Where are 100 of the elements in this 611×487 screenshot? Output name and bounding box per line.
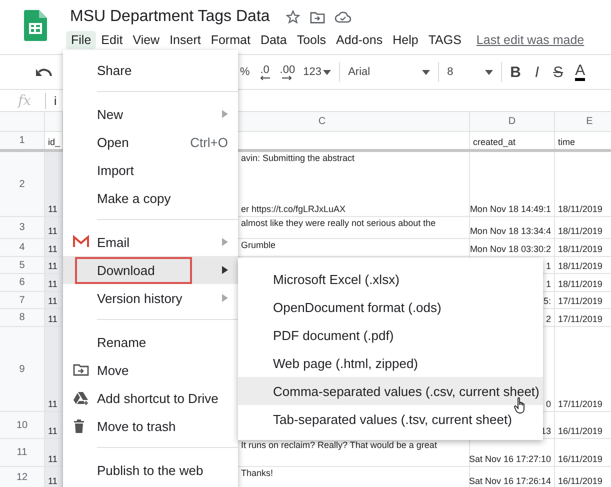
text-color-button[interactable]: A xyxy=(575,63,586,81)
dropdown-caret-icon xyxy=(485,70,494,74)
row-header[interactable]: 11 xyxy=(0,439,45,466)
menu-entry[interactable]: Microsoft Excel (.xlsx) xyxy=(238,265,543,293)
menu-entry[interactable]: Rename xyxy=(63,328,238,356)
row-header[interactable]: 8 xyxy=(0,309,45,326)
number-format-dropdown[interactable]: 123 xyxy=(303,66,332,78)
table-cell: 11 xyxy=(45,439,63,466)
font-dropdown[interactable]: Arial xyxy=(348,66,430,78)
row-header[interactable]: 1 xyxy=(0,132,45,149)
row-header[interactable]: 9 xyxy=(0,327,45,411)
strikethrough-button[interactable]: S xyxy=(553,64,564,80)
table-cell: 18/11/2019 xyxy=(558,226,602,237)
table-cell: 17/11/2019 xyxy=(558,399,602,410)
cloud-icon[interactable] xyxy=(334,11,351,23)
percent-format-button[interactable]: % xyxy=(240,66,250,78)
right-arrow-icon xyxy=(282,76,292,80)
row-header[interactable]: 7 xyxy=(0,292,45,308)
table-cell: 5: xyxy=(543,296,551,307)
table-cell: 16/11/2019 xyxy=(558,426,602,437)
drive-icon xyxy=(73,391,89,405)
table-cell: 18/11/2019 xyxy=(558,244,602,255)
menu-entry[interactable]: Publish to the web xyxy=(63,456,238,484)
table-cell: created_at xyxy=(473,137,516,148)
italic-button[interactable]: I xyxy=(534,64,540,80)
menu-entry[interactable]: Email xyxy=(63,228,238,256)
table-cell: 16/11/2019 xyxy=(558,454,602,465)
menu-entry[interactable]: PDF document (.pdf) xyxy=(238,321,543,349)
bold-button[interactable]: B xyxy=(510,64,521,80)
increase-decimal-button[interactable]: .00 xyxy=(280,64,296,80)
table-cell: 11 xyxy=(45,239,63,256)
left-arrow-icon xyxy=(260,76,270,80)
menu-entry[interactable]: New xyxy=(63,100,238,128)
table-cell: 1 xyxy=(546,279,551,290)
decrease-decimal-button[interactable]: .0 xyxy=(260,64,270,80)
table-cell: 11 xyxy=(45,327,63,411)
menu-item[interactable]: Help xyxy=(388,31,424,49)
table-cell: 11 xyxy=(45,217,63,238)
row-header[interactable]: 4 xyxy=(0,239,45,256)
menu-item[interactable]: Edit xyxy=(96,31,128,49)
column-header[interactable]: E xyxy=(555,112,611,131)
menu-entry[interactable]: Tab-separated values (.tsv, current sheet) xyxy=(238,405,543,433)
row-header[interactable]: 12 xyxy=(0,467,45,487)
table-cell: 0 xyxy=(546,399,551,410)
formula-label: fx xyxy=(16,92,32,108)
menu-entry[interactable]: Add shortcut to Drive xyxy=(63,384,238,412)
star-icon[interactable] xyxy=(286,10,300,24)
table-cell: 16/11/2019 xyxy=(558,476,602,487)
table-cell: Grumble xyxy=(241,240,276,251)
table-cell: 11 xyxy=(45,152,63,216)
table-cell: Sat Nov 16 17:26:14 xyxy=(468,476,551,487)
table-cell: 11 xyxy=(45,257,63,273)
menu-item[interactable]: Format xyxy=(206,31,256,49)
folder-move-icon[interactable] xyxy=(310,10,325,24)
row-header[interactable]: 2 xyxy=(0,152,45,216)
folder-icon xyxy=(73,363,89,376)
table-cell: 18/11/2019 xyxy=(558,204,602,215)
row-header[interactable]: 10 xyxy=(0,412,45,438)
menu-entry[interactable]: Make a copy xyxy=(63,184,238,212)
menu-item[interactable]: Tools xyxy=(292,31,332,49)
document-title[interactable]: MSU Department Tags Data xyxy=(70,8,270,26)
table-cell: 11 xyxy=(45,412,63,438)
table-cell: almost like they were really not serious about the xyxy=(241,218,436,229)
menu-entry[interactable]: Open Ctrl+O xyxy=(63,128,238,156)
spreadsheet-logo-icon xyxy=(24,10,46,41)
pointer-hand-icon xyxy=(514,397,527,414)
menu-entry[interactable]: Share xyxy=(63,56,238,84)
table-cell: 11 xyxy=(45,309,63,326)
table-cell: 11 xyxy=(45,292,63,308)
menu-entry[interactable]: Comma-separated values (.csv, current sheet) xyxy=(238,377,543,405)
table-cell: time xyxy=(558,137,576,148)
menu-item[interactable]: File xyxy=(66,31,96,49)
last-edit-link[interactable]: Last edit was made xyxy=(476,33,584,47)
table-cell: 18/11/2019 xyxy=(558,261,602,272)
column-header[interactable]: D xyxy=(470,112,555,131)
menu-item[interactable]: View xyxy=(128,31,165,49)
table-cell: Mon Nov 18 03:30:2 xyxy=(470,244,551,255)
menu-item[interactable]: TAGS xyxy=(423,31,466,49)
menu-entry[interactable]: Download xyxy=(63,256,238,284)
font-size-dropdown[interactable]: 8 xyxy=(447,66,494,78)
column-header[interactable]: C xyxy=(238,112,470,131)
undo-icon[interactable] xyxy=(36,67,52,77)
menu-entry[interactable]: Import xyxy=(63,156,238,184)
menu-entry[interactable]: Move to trash xyxy=(63,412,238,440)
menu-entry[interactable]: Web page (.html, zipped) xyxy=(238,349,543,377)
row-header[interactable]: 6 xyxy=(0,274,45,291)
mail-icon xyxy=(73,235,89,248)
table-cell: 11 xyxy=(45,274,63,291)
table-cell: Thanks! xyxy=(241,468,274,479)
row-header[interactable]: 3 xyxy=(0,217,45,238)
menu-item[interactable]: Add-ons xyxy=(331,31,388,49)
menu-entry[interactable]: OpenDocument format (.ods) xyxy=(238,293,543,321)
table-cell: Mon Nov 18 14:49:1 xyxy=(470,204,551,215)
formula-field[interactable]: i xyxy=(54,94,57,108)
menu-item[interactable]: Data xyxy=(255,31,292,49)
menu-item[interactable]: Insert xyxy=(164,31,206,49)
menu-entry[interactable]: Move xyxy=(63,356,238,384)
row-header[interactable]: 5 xyxy=(0,257,45,273)
table-cell: avin: Submitting the abstract xyxy=(241,153,355,164)
menu-entry[interactable]: Version history xyxy=(63,284,238,312)
